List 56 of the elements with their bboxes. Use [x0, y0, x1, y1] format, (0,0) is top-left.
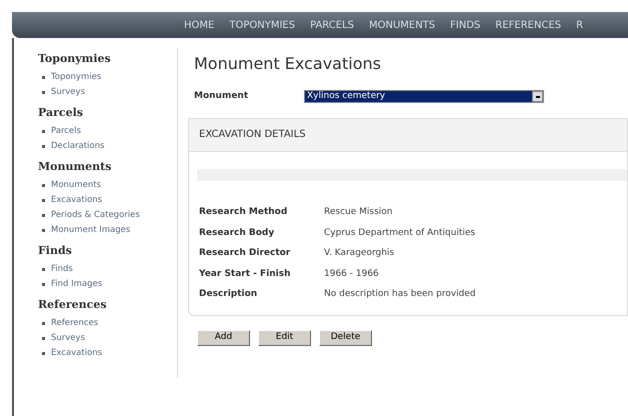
nav-link[interactable]: FINDS [450, 18, 480, 32]
detail-label: Year Start - Finish [199, 268, 292, 280]
nav-link[interactable]: R [576, 18, 584, 32]
sidebar-link[interactable]: Find Images [51, 278, 102, 291]
nav-link[interactable]: PARCELS [310, 18, 354, 32]
sidebar-link[interactable]: Surveys [51, 86, 85, 99]
nav-link[interactable]: MONUMENTS [368, 18, 436, 32]
sidebar-link[interactable]: Monument Images [51, 224, 130, 237]
detail-value: Rescue Mission [324, 206, 392, 219]
detail-value: Cyprus Department of Antiquities [324, 226, 476, 240]
sidebar-link[interactable]: Monuments [51, 179, 101, 192]
detail-label: Research Method [199, 206, 288, 219]
sidebar-link[interactable]: Surveys [51, 332, 85, 345]
detail-label: Research Body [199, 226, 276, 240]
nav-link[interactable]: REFERENCES [495, 18, 562, 32]
bullet-icon [42, 214, 45, 217]
detail-label: Research Director [199, 247, 292, 260]
bullet-icon [42, 76, 45, 79]
monument-select[interactable]: Xylinos cemetery [304, 90, 544, 104]
bullet-icon [42, 184, 45, 187]
bullet-icon [42, 130, 45, 133]
bullet-icon [42, 322, 45, 325]
bullet-icon [42, 352, 45, 355]
sidebar-link[interactable]: Parcels [51, 125, 81, 138]
action-button[interactable]: Add [197, 330, 250, 346]
sidebar-link[interactable]: Excavations [51, 347, 102, 360]
bullet-icon [42, 199, 45, 202]
bullet-icon [42, 283, 45, 286]
nav-link[interactable]: HOME [184, 18, 214, 32]
sidebar-link[interactable]: Finds [51, 263, 73, 276]
sidebar-heading: Finds [38, 244, 73, 258]
bullet-icon [42, 268, 45, 271]
sidebar-link[interactable]: Excavations [51, 194, 102, 207]
sidebar-heading: Toponymies [38, 52, 112, 66]
dropdown-icon [532, 91, 543, 102]
detail-value: 1966 - 1966 [324, 268, 379, 280]
detail-value: No description has been provided [324, 288, 476, 301]
bullet-icon [42, 91, 45, 94]
sidebar-link[interactable]: References [51, 317, 98, 330]
action-button[interactable]: Edit [258, 330, 311, 346]
page-title: Monument Excavations [193, 53, 382, 75]
bullet-icon [42, 337, 45, 340]
bullet-icon [42, 145, 45, 148]
detail-value: V. Karageorghis [324, 247, 394, 260]
sidebar-link[interactable]: Declarations [51, 140, 104, 153]
sidebar-link[interactable]: Periods & Categories [51, 209, 140, 222]
sidebar-heading: Monuments [38, 160, 112, 174]
bullet-icon [42, 229, 45, 232]
sidebar-heading: Parcels [38, 106, 84, 120]
sidebar-link[interactable]: Toponymies [51, 71, 102, 84]
panel-title: EXCAVATION DETAILS [199, 128, 306, 142]
detail-label: Description [199, 288, 258, 301]
nav-link[interactable]: TOPONYMIES [229, 18, 296, 32]
field-label: Monument [194, 90, 250, 103]
action-button[interactable]: Delete [319, 330, 372, 346]
sidebar-heading: References [38, 298, 108, 312]
